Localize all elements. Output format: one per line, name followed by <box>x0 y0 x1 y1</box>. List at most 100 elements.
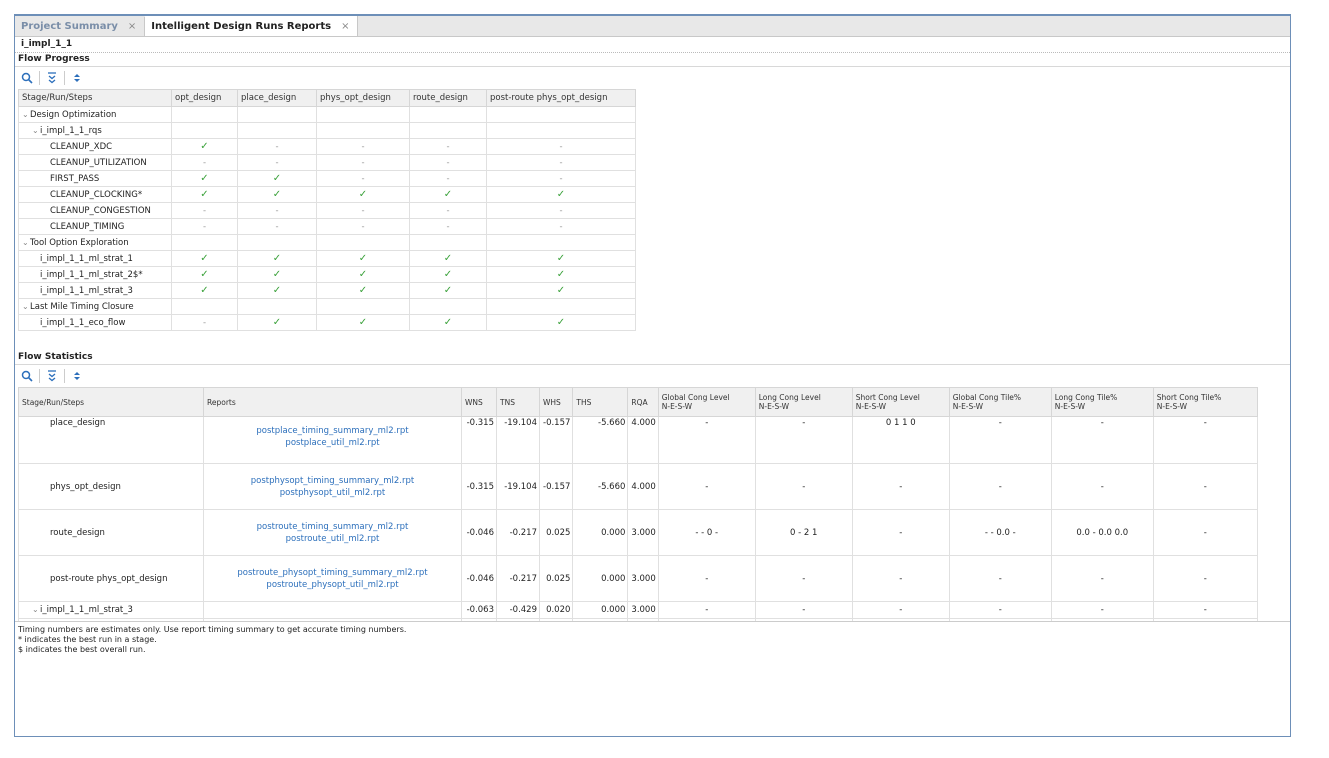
expand-toggle-icon[interactable]: ⌄ <box>22 302 30 311</box>
column-header[interactable]: WNS <box>461 387 497 417</box>
report-link[interactable]: postroute_physopt_util_ml2.rpt <box>207 579 458 591</box>
flow-progress-table: Stage/Run/Steps opt_design place_design phy… <box>18 89 636 331</box>
status-cell <box>486 298 636 315</box>
check-icon: ✓ <box>200 173 209 184</box>
column-header-label: Long Cong Tile% <box>1054 393 1118 402</box>
column-header[interactable]: Short Cong Tile% N-E-S-W <box>1152 387 1258 417</box>
expand-toggle-icon[interactable]: ⌄ <box>32 126 40 135</box>
table-row[interactable]: post-route phys_opt_design postroute_phys… <box>18 555 1258 602</box>
tab-intelligent-design-runs-reports[interactable]: Intelligent Design Runs Reports × <box>145 16 359 36</box>
column-header[interactable]: Global Cong Level N-E-S-W <box>657 387 756 417</box>
table-row[interactable]: route_design postroute_timing_summary_ml2… <box>18 509 1258 556</box>
close-icon[interactable]: × <box>128 21 136 32</box>
expand-toggle-icon[interactable]: ⌄ <box>22 238 30 247</box>
flow-statistics-scroll[interactable]: Stage/Run/Steps Reports WNS TNS WHS THS RQA Glo… <box>15 387 1290 621</box>
footer-notes: Timing numbers are estimates only. Use r… <box>15 621 1290 658</box>
stage-cell: ⌄i_impl_1_1_ml_strat_3 <box>18 601 204 619</box>
status-dash: - <box>361 221 365 232</box>
metric-cell: -2146.920 <box>572 618 629 621</box>
expand-all-icon[interactable] <box>69 368 85 384</box>
column-header[interactable]: Stage/Run/Steps <box>18 89 172 107</box>
expand-toggle-icon[interactable]: ⌄ <box>22 110 30 119</box>
column-header[interactable]: Short Cong Level N-E-S-W <box>851 387 950 417</box>
table-row[interactable]: place_design postplace_timing_summary_ml2… <box>18 416 1258 464</box>
table-row[interactable]: ⌄Tool Option Exploration <box>18 234 636 251</box>
table-row[interactable]: phys_opt_design postphysopt_timing_summar… <box>18 463 1258 510</box>
column-header[interactable]: TNS <box>496 387 540 417</box>
status-cell: ✓ <box>237 282 317 299</box>
report-link[interactable]: postroute_physopt_timing_summary_ml2.rpt <box>207 567 458 579</box>
table-row[interactable]: CLEANUP_XDC ✓ - - - - <box>18 138 636 155</box>
column-header[interactable]: post-route phys_opt_design <box>486 89 636 107</box>
metric-cell: -0.157 <box>538 416 574 464</box>
search-icon[interactable] <box>19 368 35 384</box>
status-cell: - <box>409 154 487 171</box>
column-header[interactable]: Long Cong Level N-E-S-W <box>754 387 853 417</box>
column-header[interactable]: RQA <box>627 387 659 417</box>
report-link[interactable]: postphysopt_timing_summary_ml2.rpt <box>207 475 458 487</box>
table-row[interactable]: CLEANUP_CLOCKING* ✓ ✓ ✓ ✓ ✓ <box>18 186 636 203</box>
table-row[interactable]: i_impl_1_1_eco_flow - ✓ ✓ ✓ ✓ <box>18 314 636 331</box>
column-header-label: THS <box>576 397 592 407</box>
report-link[interactable]: postroute_timing_summary_ml2.rpt <box>207 521 458 533</box>
table-row[interactable]: ⌄i_impl_1_1_rqs <box>18 122 636 139</box>
column-header[interactable]: Reports <box>203 387 462 417</box>
expand-all-icon[interactable] <box>69 70 85 86</box>
close-icon[interactable]: × <box>341 21 349 32</box>
status-cell: - <box>409 202 487 219</box>
check-icon: ✓ <box>358 189 368 200</box>
status-dash: - <box>361 141 365 152</box>
stage-label: Last Mile Timing Closure <box>30 301 134 312</box>
stage-cell: ⌄Tool Option Exploration <box>18 234 172 251</box>
column-header[interactable]: Long Cong Tile% N-E-S-W <box>1050 387 1154 417</box>
report-link[interactable]: postphysopt_util_ml2.rpt <box>207 487 458 499</box>
table-row[interactable]: ⌄Last Mile Timing Closure <box>18 298 636 315</box>
tab-project-summary[interactable]: Project Summary × <box>15 17 146 36</box>
column-header-label: Stage/Run/Steps <box>22 397 85 407</box>
column-header[interactable]: opt_design <box>171 89 238 107</box>
check-icon: ✓ <box>200 285 209 296</box>
reports-cell: postplace_timing_summary_ml2.rpt postplac… <box>203 416 462 464</box>
table-row[interactable]: ⌄i_impl_1_1_ml_strat_3 -0.063 -0.429 0.020 0… <box>18 601 1258 619</box>
table-row[interactable]: CLEANUP_UTILIZATION - - - - - <box>18 154 636 171</box>
table-row[interactable]: CLEANUP_CONGESTION - - - - - <box>18 202 636 219</box>
check-icon: ✓ <box>358 253 368 264</box>
status-dash: - <box>361 205 365 216</box>
table-row[interactable]: i_impl_1_1_ml_strat_1 ✓ ✓ ✓ ✓ ✓ <box>18 250 636 267</box>
status-cell: - <box>237 154 317 171</box>
table-row[interactable]: ⌄Design Optimization <box>18 106 636 123</box>
report-link[interactable]: postroute_util_ml2.rpt <box>207 533 458 545</box>
metric-cell: -19.104 <box>496 463 540 510</box>
column-header[interactable]: Global Cong Tile% N-E-S-W <box>948 387 1052 417</box>
column-header-label: Reports <box>207 397 236 407</box>
check-icon: ✓ <box>272 285 282 296</box>
table-row[interactable]: FIRST_PASS ✓ ✓ - - - <box>18 170 636 187</box>
collapse-all-icon[interactable] <box>44 70 60 86</box>
report-link[interactable]: postplace_timing_summary_ml2.rpt <box>207 425 458 437</box>
column-header[interactable]: Stage/Run/Steps <box>18 387 204 417</box>
status-cell: ✓ <box>171 266 238 283</box>
status-cell: ✓ <box>316 314 410 331</box>
column-header[interactable]: route_design <box>409 89 487 107</box>
metric-cell: -0.046 <box>461 509 497 556</box>
table-row[interactable]: CLEANUP_TIMING - - - - - <box>18 218 636 235</box>
check-icon: ✓ <box>200 189 209 200</box>
column-header[interactable]: phys_opt_design <box>316 89 410 107</box>
reports-cell: postroute_physopt_timing_summary_ml2.rpt… <box>203 555 462 602</box>
table-row[interactable]: opt_designpostopt_timing_summary_ml3.rpt… <box>18 618 1258 621</box>
collapse-all-icon[interactable] <box>44 368 60 384</box>
expand-toggle-icon[interactable]: ⌄ <box>32 605 40 614</box>
table-row[interactable]: i_impl_1_1_ml_strat_3 ✓ ✓ ✓ ✓ ✓ <box>18 282 636 299</box>
column-header[interactable]: place_design <box>237 89 317 107</box>
column-header[interactable]: THS <box>572 387 629 417</box>
report-link[interactable]: postplace_util_ml2.rpt <box>207 437 458 449</box>
column-header[interactable]: WHS <box>538 387 574 417</box>
metric-cell: - <box>1152 601 1258 619</box>
table-row[interactable]: i_impl_1_1_ml_strat_2$* ✓ ✓ ✓ ✓ ✓ <box>18 266 636 283</box>
status-dash: - <box>202 317 207 328</box>
search-icon[interactable] <box>19 70 35 86</box>
status-dash: - <box>202 157 207 168</box>
stage-label: place_design <box>50 418 106 428</box>
metric-cell: - <box>851 618 950 621</box>
metric-cell: - <box>851 555 950 602</box>
